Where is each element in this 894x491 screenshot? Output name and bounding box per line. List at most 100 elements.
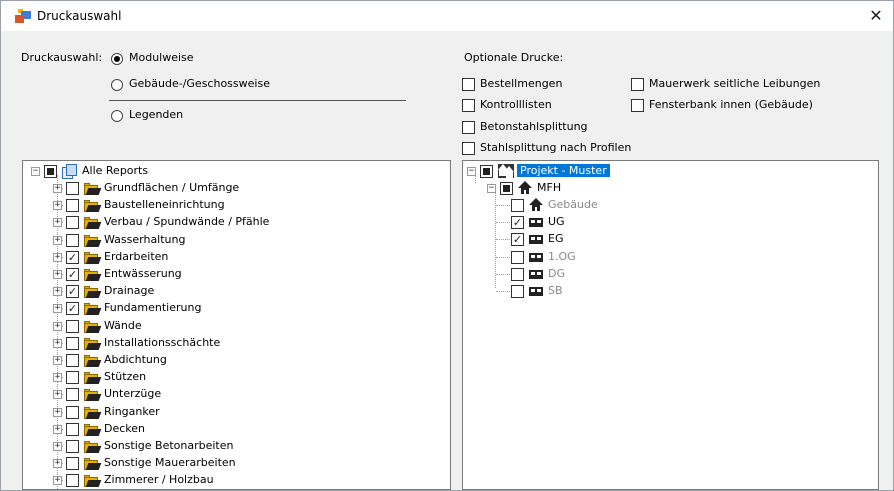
tree-node-report[interactable]: + Sonstige Betonarbeiten: [53, 438, 433, 455]
tree-label-report[interactable]: Verbau / Spundwände / Pfähle: [104, 215, 269, 228]
tree-label-report[interactable]: Ringanker: [104, 405, 160, 418]
radio-modulweise[interactable]: [111, 53, 123, 65]
tree-checkbox[interactable]: [66, 405, 79, 419]
tree-checkbox-checked[interactable]: ✓: [511, 216, 524, 230]
tree-node-floor[interactable]: DG: [496, 266, 811, 283]
tree-label-floor[interactable]: EG: [548, 232, 563, 245]
tree-checkbox[interactable]: [66, 422, 79, 436]
tree-node-floor[interactable]: ✓ UG: [496, 214, 811, 231]
tree-checkbox[interactable]: [66, 319, 79, 333]
expand-icon[interactable]: +: [53, 252, 62, 262]
tree-checkbox[interactable]: [66, 474, 79, 488]
checkbox-stahlsplittung-nach-profilen[interactable]: [462, 142, 475, 155]
tree-label-mfh[interactable]: MFH: [537, 181, 561, 194]
tree-checkbox-checked[interactable]: ✓: [66, 250, 79, 264]
tree-checkbox[interactable]: [66, 233, 79, 247]
tree-label-report[interactable]: Baustelleneinrichtung: [104, 198, 225, 211]
tree-node-report[interactable]: + ✓ Erdarbeiten: [53, 249, 433, 266]
tree-node-report[interactable]: + ✓ Drainage: [53, 283, 433, 300]
expand-icon[interactable]: +: [53, 356, 62, 365]
radio-modulweise-label[interactable]: Modulweise: [129, 51, 194, 64]
tree-node-report[interactable]: + Verbau / Spundwände / Pfähle: [53, 214, 433, 231]
tree-label-floor[interactable]: Gebäude: [548, 198, 598, 211]
tree-label-report[interactable]: Wasserhaltung: [104, 233, 185, 246]
tree-checkbox[interactable]: [66, 371, 79, 385]
tree-node-floor[interactable]: 1.OG: [496, 249, 811, 266]
tree-label-report[interactable]: Fundamentierung: [104, 301, 201, 314]
tree-checkbox[interactable]: [66, 199, 79, 213]
tree-label-report[interactable]: Installationsschächte: [104, 336, 220, 349]
expand-icon[interactable]: +: [53, 270, 62, 279]
expand-icon[interactable]: +: [53, 201, 62, 211]
tree-label-floor[interactable]: SB: [548, 284, 563, 297]
tree-checkbox[interactable]: [511, 250, 524, 264]
tree-label-report[interactable]: Decken: [104, 422, 145, 435]
tree-label-report[interactable]: Grundflächen / Umfänge: [104, 181, 239, 194]
tree-node-report[interactable]: + Grundflächen / Umfänge: [53, 180, 433, 197]
tree-label-report[interactable]: Erdarbeiten: [104, 250, 168, 263]
expand-icon[interactable]: +: [53, 287, 62, 297]
tree-node-report[interactable]: + Baustelleneinrichtung: [53, 197, 433, 214]
checkbox-stahlsplittung-nach-profilen-label[interactable]: Stahlsplittung nach Profilen: [480, 141, 631, 154]
tree-node-report[interactable]: + ✓ Fundamentierung: [53, 300, 433, 317]
checkbox-betonstahlsplittung[interactable]: [462, 121, 475, 134]
radio-legenden-label[interactable]: Legenden: [129, 108, 183, 121]
building-tree[interactable]: − Projekt - Muster − MFH Gebäude ✓ UG ✓ EG 1.…: [462, 160, 879, 490]
tree-node-floor[interactable]: SB: [496, 283, 811, 300]
tree-label-report[interactable]: Stützen: [104, 370, 146, 383]
tree-checkbox-projekt[interactable]: [480, 165, 493, 178]
expand-icon[interactable]: +: [53, 235, 62, 245]
tree-checkbox-checked[interactable]: ✓: [511, 233, 524, 247]
tree-label-report[interactable]: Sonstige Betonarbeiten: [104, 439, 233, 452]
tree-label-report[interactable]: Drainage: [104, 284, 154, 297]
tree-node-report[interactable]: + Stützen: [53, 369, 433, 386]
tree-checkbox[interactable]: [66, 336, 79, 350]
tree-checkbox[interactable]: [66, 388, 79, 402]
tree-checkbox-mfh[interactable]: [500, 182, 513, 195]
expand-icon[interactable]: +: [53, 390, 62, 400]
tree-label-floor[interactable]: DG: [548, 267, 565, 280]
tree-checkbox-checked[interactable]: ✓: [66, 285, 79, 299]
reports-tree[interactable]: − Alle Reports + Grundflächen / Umfänge + B…: [22, 160, 451, 490]
tree-node-report[interactable]: + Zimmerer / Holzbau: [53, 472, 433, 489]
tree-label-report[interactable]: Unterzüge: [104, 387, 161, 400]
tree-node-report[interactable]: + Ringanker: [53, 404, 433, 421]
tree-label-report[interactable]: Zimmerer / Holzbau: [104, 473, 214, 486]
expand-icon[interactable]: +: [53, 184, 62, 193]
tree-node-report[interactable]: + Abdichtung: [53, 352, 433, 369]
tree-label-projekt[interactable]: Projekt - Muster: [517, 164, 610, 177]
checkbox-bestellmengen[interactable]: [462, 78, 475, 91]
collapse-icon[interactable]: −: [467, 167, 476, 176]
expand-icon[interactable]: +: [53, 407, 62, 417]
tree-checkbox[interactable]: [66, 440, 79, 453]
tree-checkbox[interactable]: [511, 267, 524, 281]
tree-node-report[interactable]: + Installationsschächte: [53, 335, 433, 352]
tree-node-floor[interactable]: Gebäude: [496, 197, 811, 214]
tree-node-alle-reports[interactable]: − Alle Reports: [31, 163, 331, 180]
tree-node-report[interactable]: + Sonstige Mauerarbeiten: [53, 455, 433, 472]
tree-node-report[interactable]: + ✓ Entwässerung: [53, 266, 433, 283]
expand-icon[interactable]: +: [53, 442, 62, 451]
expand-icon[interactable]: +: [53, 459, 62, 469]
close-icon[interactable]: ✕: [865, 5, 887, 27]
tree-checkbox-checked[interactable]: ✓: [66, 302, 79, 316]
tree-node-projekt[interactable]: − Projekt - Muster: [467, 163, 767, 180]
expand-icon[interactable]: +: [53, 424, 62, 434]
tree-node-report[interactable]: + Wasserhaltung: [53, 232, 433, 249]
tree-checkbox[interactable]: [66, 354, 79, 367]
tree-checkbox-alle-reports[interactable]: [44, 165, 57, 178]
expand-icon[interactable]: +: [53, 218, 62, 228]
tree-node-mfh[interactable]: − MFH: [487, 180, 787, 197]
checkbox-fensterbank-innen[interactable]: [631, 99, 644, 112]
collapse-icon[interactable]: −: [487, 184, 496, 193]
radio-gebaeude-geschossweise[interactable]: [111, 79, 123, 91]
expand-icon[interactable]: +: [53, 373, 62, 383]
tree-node-report[interactable]: + Wände: [53, 318, 433, 335]
radio-legenden[interactable]: [111, 110, 123, 122]
collapse-icon[interactable]: −: [31, 167, 40, 176]
tree-checkbox[interactable]: [66, 457, 79, 471]
checkbox-mauerwerk-seitliche-leibungen-label[interactable]: Mauerwerk seitliche Leibungen: [649, 77, 820, 90]
tree-checkbox-checked[interactable]: ✓: [66, 268, 79, 281]
tree-label-report[interactable]: Wände: [104, 319, 142, 332]
tree-node-report[interactable]: + Unterzüge: [53, 386, 433, 403]
